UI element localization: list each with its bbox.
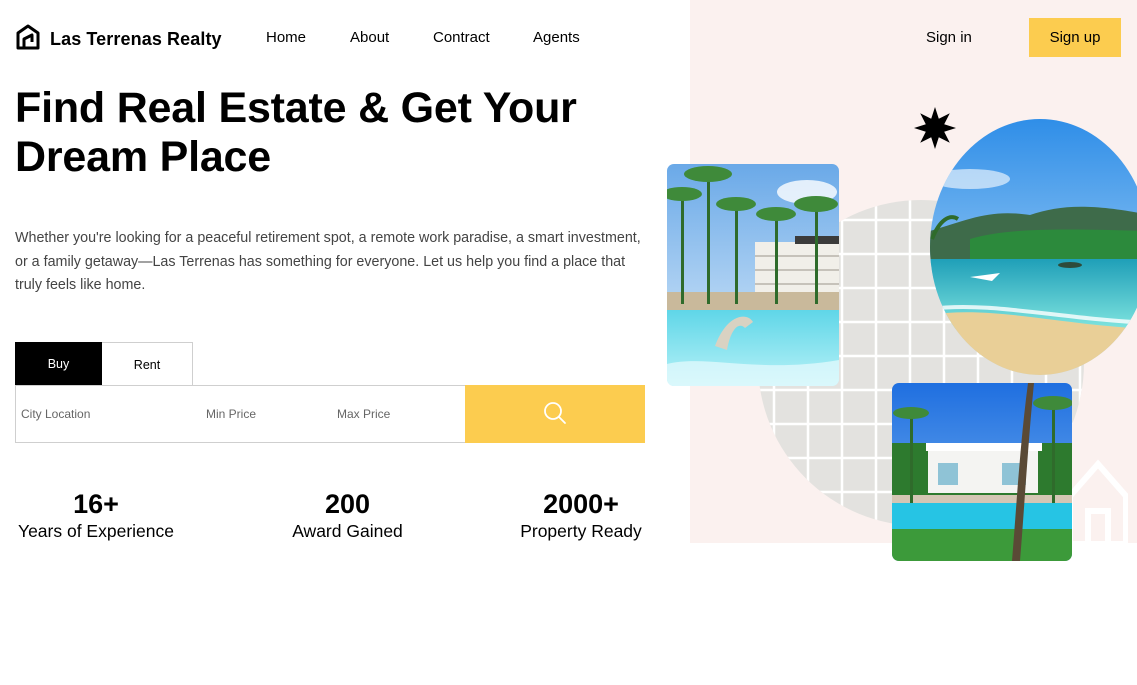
hero-title-line1: Find Real Estate & Get Your xyxy=(15,84,577,132)
search-tabs: Buy Rent xyxy=(15,342,193,386)
house-outline-icon xyxy=(1067,456,1129,551)
brand-logo[interactable]: Las Terrenas Realty xyxy=(15,24,222,55)
tab-buy[interactable]: Buy xyxy=(15,342,102,386)
nav-item-home[interactable]: Home xyxy=(266,29,306,46)
stat-value: 200 xyxy=(324,489,371,519)
stat-awards: 200 Award Gained xyxy=(287,488,408,542)
property-search-bar xyxy=(15,385,645,443)
stat-experience: 16+ Years of Experience xyxy=(15,488,177,542)
search-button[interactable] xyxy=(465,385,645,443)
starburst-decoration xyxy=(913,106,957,155)
villa-pool-photo xyxy=(892,383,1072,561)
hero-title: Find Real Estate & Get Your Dream Place xyxy=(15,84,655,182)
max-price-input[interactable] xyxy=(337,386,462,442)
stat-value: 16+ xyxy=(73,489,119,519)
sign-up-button[interactable]: Sign up xyxy=(1029,18,1121,57)
sign-in-link[interactable]: Sign in xyxy=(926,29,972,46)
tab-rent[interactable]: Rent xyxy=(102,342,193,386)
stat-value: 2000+ xyxy=(543,489,619,519)
beach-photo xyxy=(930,119,1137,375)
nav-item-agents[interactable]: Agents xyxy=(533,29,580,46)
stat-label: Award Gained xyxy=(292,521,403,541)
stat-label: Property Ready xyxy=(520,521,642,541)
brand-name: Las Terrenas Realty xyxy=(50,29,222,49)
landing-page: Las Terrenas Realty Home About Contract … xyxy=(0,0,1137,685)
min-price-input[interactable] xyxy=(206,386,331,442)
nav-item-contract[interactable]: Contract xyxy=(433,29,490,46)
resort-pool-photo xyxy=(667,164,839,386)
city-location-input[interactable] xyxy=(21,386,201,442)
search-icon xyxy=(543,401,567,428)
stat-label: Years of Experience xyxy=(18,521,174,541)
house-logo-icon xyxy=(15,24,41,55)
hero-title-line2: Dream Place xyxy=(15,133,271,181)
hero-description: Whether you're looking for a peaceful re… xyxy=(15,230,641,293)
stat-properties: 2000+ Property Ready xyxy=(517,488,645,542)
nav-item-about[interactable]: About xyxy=(350,29,389,46)
